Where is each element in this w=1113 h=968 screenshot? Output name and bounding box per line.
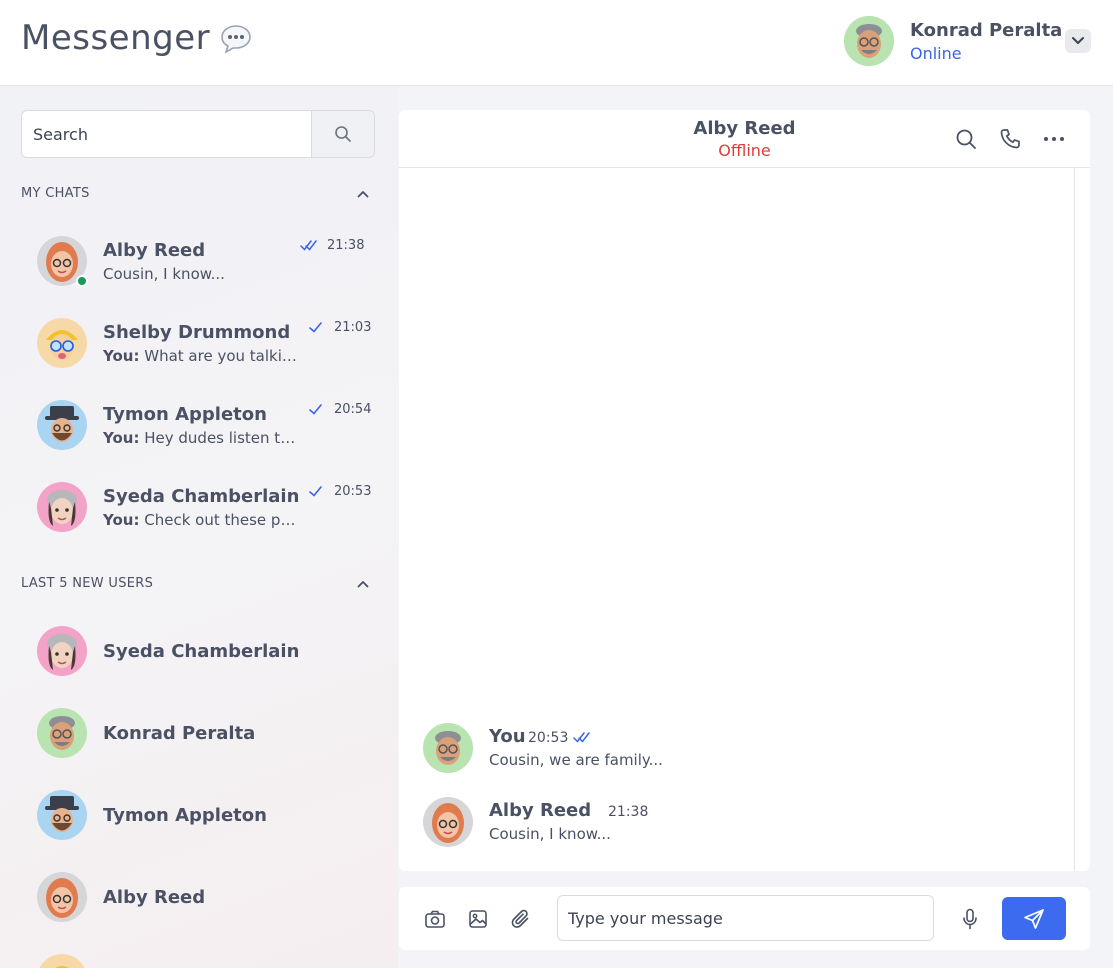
app-header: Messenger Konrad Peralta Online bbox=[0, 0, 1113, 86]
chat-item[interactable]: Tymon Appleton You: Hey dudes listen to … bbox=[21, 390, 377, 468]
chat-item[interactable]: Syeda Chamberlain You: Check out these p… bbox=[21, 472, 377, 550]
new-user-item[interactable] bbox=[21, 947, 377, 968]
avatar bbox=[37, 400, 87, 450]
avatar bbox=[37, 872, 87, 922]
chat-preview-text: Hey dudes listen to ... bbox=[144, 429, 303, 447]
section-title-my-chats: MY CHATS bbox=[21, 186, 90, 201]
chat-preview: Cousin, I know... bbox=[103, 265, 303, 283]
call-button[interactable] bbox=[999, 128, 1021, 150]
search-icon bbox=[956, 129, 976, 149]
check-icon bbox=[309, 322, 322, 333]
search-box bbox=[21, 110, 375, 158]
double-check-icon bbox=[573, 732, 590, 743]
chat-preview-sender: You: bbox=[103, 347, 140, 365]
new-user-name: Tymon Appleton bbox=[103, 805, 267, 826]
search-icon bbox=[335, 126, 351, 142]
conversation-title: Alby Reed bbox=[693, 118, 796, 139]
avatar bbox=[37, 318, 87, 368]
voice-message-button[interactable] bbox=[958, 907, 982, 931]
chevron-up-icon bbox=[357, 581, 369, 588]
app-title: Messenger bbox=[21, 18, 252, 58]
chat-item[interactable]: Alby Reed Cousin, I know... 21:38 bbox=[21, 226, 377, 304]
chat-name: Tymon Appleton bbox=[103, 404, 267, 425]
new-user-item[interactable]: Alby Reed bbox=[21, 865, 377, 929]
collapse-my-chats-button[interactable] bbox=[355, 186, 371, 202]
avatar bbox=[37, 482, 87, 532]
search-input[interactable] bbox=[22, 111, 312, 157]
phone-icon bbox=[1000, 129, 1020, 149]
chat-preview-text: Cousin, I know... bbox=[103, 265, 225, 283]
send-button[interactable] bbox=[1002, 897, 1066, 940]
message-text: Cousin, I know... bbox=[489, 825, 611, 843]
chat-preview: You: Check out these ph... bbox=[103, 511, 303, 529]
chevron-up-icon bbox=[357, 191, 369, 198]
message-author: You bbox=[489, 726, 526, 747]
message: You 20:53 Cousin, we are family... bbox=[423, 723, 1023, 777]
current-user-name: Konrad Peralta bbox=[910, 20, 1063, 41]
online-status-dot bbox=[76, 275, 88, 287]
camera-icon bbox=[425, 910, 445, 928]
microphone-icon bbox=[963, 908, 977, 930]
speech-bubble-icon bbox=[220, 23, 252, 54]
current-user-avatar[interactable] bbox=[844, 16, 894, 66]
chat-time: 21:03 bbox=[334, 320, 372, 335]
more-options-button[interactable] bbox=[1043, 128, 1065, 150]
check-icon bbox=[309, 486, 322, 497]
current-user-status: Online bbox=[910, 44, 962, 63]
image-button[interactable] bbox=[466, 907, 490, 931]
chat-name: Syeda Chamberlain bbox=[103, 486, 300, 507]
chat-preview-text: What are you talking... bbox=[144, 347, 303, 365]
message-composer bbox=[399, 887, 1090, 950]
avatar bbox=[37, 954, 87, 968]
section-title-new-users: LAST 5 NEW USERS bbox=[21, 576, 154, 591]
camera-button[interactable] bbox=[423, 907, 447, 931]
chevron-down-icon bbox=[1072, 37, 1084, 44]
message-time: 20:53 bbox=[528, 730, 569, 746]
double-check-icon bbox=[300, 240, 317, 251]
chat-time: 20:53 bbox=[334, 484, 372, 499]
chat-header: Alby Reed Offline bbox=[399, 110, 1090, 168]
chat-preview: You: Hey dudes listen to ... bbox=[103, 429, 303, 447]
message-author: Alby Reed bbox=[489, 800, 592, 821]
chat-name: Alby Reed bbox=[103, 240, 206, 261]
message: Alby Reed 21:38 Cousin, I know... bbox=[423, 797, 1023, 851]
message-text: Cousin, we are family... bbox=[489, 751, 663, 769]
collapse-new-users-button[interactable] bbox=[355, 576, 371, 592]
chat-name: Shelby Drummond bbox=[103, 322, 291, 343]
check-icon bbox=[309, 404, 322, 415]
chat-preview-sender: You: bbox=[103, 511, 140, 529]
new-user-name: Konrad Peralta bbox=[103, 723, 256, 744]
more-icon bbox=[1044, 137, 1064, 141]
attach-file-button[interactable] bbox=[509, 907, 533, 931]
chat-preview-text: Check out these ph... bbox=[144, 511, 303, 529]
user-menu-button[interactable] bbox=[1065, 29, 1091, 53]
search-button[interactable] bbox=[311, 111, 374, 157]
chat-panel: Alby Reed Offline You 20:53 Cousin, we a… bbox=[399, 110, 1090, 871]
sidebar: MY CHATS Alby Reed Cousin, I know... 21:… bbox=[0, 86, 398, 968]
conversation-status: Offline bbox=[718, 141, 771, 160]
new-user-item[interactable]: Tymon Appleton bbox=[21, 783, 377, 847]
avatar bbox=[37, 708, 87, 758]
new-user-name: Alby Reed bbox=[103, 887, 206, 908]
send-icon bbox=[1024, 908, 1044, 929]
avatar bbox=[37, 790, 87, 840]
chat-item[interactable]: Shelby Drummond You: What are you talkin… bbox=[21, 308, 377, 386]
app-title-text: Messenger bbox=[21, 18, 211, 58]
new-user-item[interactable]: Syeda Chamberlain bbox=[21, 619, 377, 683]
message-input[interactable] bbox=[557, 895, 934, 941]
chat-preview: You: What are you talking... bbox=[103, 347, 303, 365]
search-conversation-button[interactable] bbox=[955, 128, 977, 150]
chat-preview-sender: You: bbox=[103, 429, 140, 447]
image-icon bbox=[469, 910, 487, 928]
avatar bbox=[423, 797, 473, 847]
message-time: 21:38 bbox=[608, 804, 649, 820]
new-user-item[interactable]: Konrad Peralta bbox=[21, 701, 377, 765]
chat-time: 21:38 bbox=[327, 238, 365, 253]
messages-scrollbar[interactable] bbox=[1074, 168, 1075, 871]
avatar bbox=[423, 723, 473, 773]
paperclip-icon bbox=[511, 909, 529, 928]
new-user-name: Syeda Chamberlain bbox=[103, 641, 300, 662]
avatar bbox=[37, 626, 87, 676]
chat-time: 20:54 bbox=[334, 402, 372, 417]
